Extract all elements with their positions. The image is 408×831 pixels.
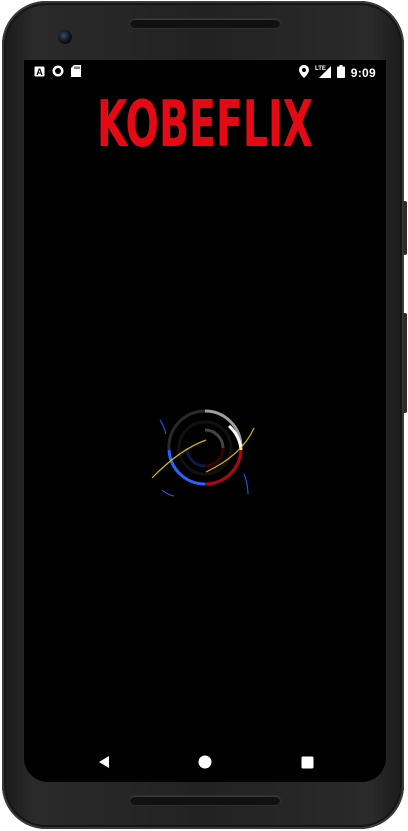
status-notifications: A: [34, 65, 81, 80]
loading-spinner: [151, 409, 255, 497]
recents-icon: [301, 756, 313, 768]
network-type-label: LTE: [315, 66, 326, 72]
accessibility-a-icon: A: [34, 66, 45, 80]
home-button[interactable]: [195, 752, 215, 772]
app-title: KOBEFLIX: [97, 88, 313, 158]
bottom-speaker: [130, 796, 280, 805]
location-pin-icon: [298, 64, 309, 81]
home-icon: [198, 755, 212, 769]
battery-icon: [336, 64, 345, 81]
back-icon: [99, 756, 109, 768]
back-button[interactable]: [94, 752, 114, 772]
lte-signal-icon: LTE: [315, 64, 331, 81]
screen: A LTE 9:09 KOBEFLIX: [24, 60, 386, 782]
app-logo: KOBEFLIX: [97, 88, 313, 158]
navigation-bar: [24, 742, 386, 782]
status-time: 9:09: [350, 65, 376, 80]
status-bar: A LTE 9:09: [24, 60, 386, 84]
record-icon: [52, 65, 64, 80]
svg-text:A: A: [36, 67, 43, 77]
sd-card-icon: [71, 65, 81, 80]
status-system: LTE 9:09: [298, 64, 376, 81]
top-speaker: [130, 19, 280, 28]
phone-frame: A LTE 9:09 KOBEFLIX: [2, 1, 407, 829]
recents-button[interactable]: [297, 752, 317, 772]
power-button: [403, 201, 407, 255]
volume-button: [403, 313, 407, 413]
front-camera: [58, 30, 72, 44]
